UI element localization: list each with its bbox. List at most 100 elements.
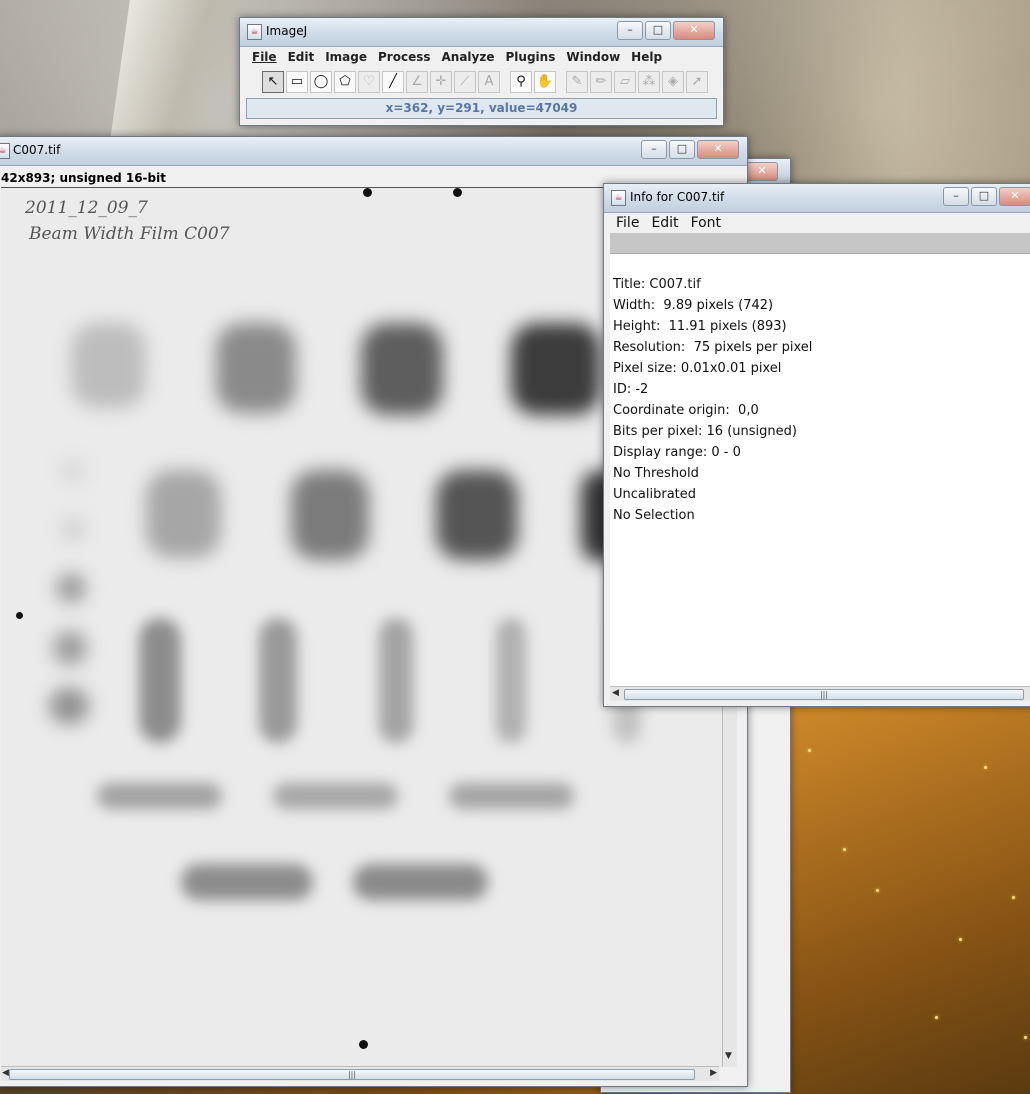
beam-line: [353, 864, 488, 900]
pencil-icon[interactable]: ✏: [590, 71, 612, 93]
imagej-app-icon: ☕: [247, 24, 262, 40]
beam-spot: [61, 518, 85, 540]
image-window-title: C007.tif: [13, 143, 61, 157]
imagej-main-window[interactable]: ☕ ImageJ – □ ✕ File Edit Image Process Analy…: [239, 17, 724, 126]
scroll-left-arrow-icon[interactable]: ◀: [612, 688, 619, 698]
arrow-icon[interactable]: ➚: [686, 71, 708, 93]
imagej-maximize-button[interactable]: □: [645, 21, 671, 40]
eraser-icon[interactable]: ▱: [614, 71, 636, 93]
info-line: Resolution: 75 pixels per pixel: [613, 340, 813, 355]
scroll-left-arrow-icon[interactable]: ◀: [2, 1068, 9, 1078]
menu-image[interactable]: Image: [319, 47, 372, 67]
film-annotation-date: 2011_12_09_7: [25, 198, 148, 218]
beam-spot: [511, 323, 601, 415]
info-line: No Threshold: [613, 466, 699, 481]
beam-spot: [53, 631, 87, 665]
info-minimize-button[interactable]: –: [943, 187, 969, 206]
beam-line: [139, 618, 181, 743]
info-menubar: File Edit Font: [610, 213, 1030, 233]
menu-edit[interactable]: Edit: [282, 47, 320, 67]
beam-line: [496, 618, 526, 743]
pointer-arrow-icon[interactable]: ↖: [262, 71, 284, 93]
menu-plugins[interactable]: Plugins: [500, 47, 561, 67]
info-horizontal-scrollbar[interactable]: ◀ |||: [610, 686, 1030, 701]
wand-icon[interactable]: ⟋: [454, 71, 476, 93]
info-line: Display range: 0 - 0: [613, 445, 741, 460]
wallpaper-light: [1012, 896, 1015, 899]
wallpaper-panel: [790, 700, 1030, 1094]
horizontal-scroll-thumb[interactable]: |||: [9, 1069, 695, 1080]
beam-spot: [56, 573, 86, 603]
flood-fill-icon[interactable]: ◈: [662, 71, 684, 93]
info-menu-font[interactable]: Font: [685, 213, 727, 233]
image-horizontal-scrollbar[interactable]: ◀ ||| ▶: [1, 1066, 719, 1081]
imagej-titlebar[interactable]: ☕ ImageJ – □ ✕: [240, 18, 723, 47]
hand-icon[interactable]: ✋: [534, 71, 556, 93]
info-menu-file[interactable]: File: [610, 213, 645, 233]
info-scroll-thumb[interactable]: |||: [624, 689, 1024, 700]
info-maximize-button[interactable]: □: [971, 187, 997, 206]
beam-spot: [49, 688, 89, 724]
point-icon[interactable]: ✛: [430, 71, 452, 93]
wallpaper-light: [935, 1016, 938, 1019]
image-window-maximize-button[interactable]: □: [669, 140, 695, 159]
info-line: Uncalibrated: [613, 487, 697, 502]
freehand-icon[interactable]: ♡: [358, 71, 380, 93]
image-window-minimize-button[interactable]: –: [641, 140, 667, 159]
info-line: Width: 9.89 pixels (742): [613, 298, 774, 313]
info-line: ID: -2: [613, 382, 649, 397]
wallpaper-light: [843, 848, 846, 851]
film-annotation-label: Beam Width Film C007: [29, 224, 230, 244]
line-icon[interactable]: ╱: [382, 71, 404, 93]
info-window-titlebar[interactable]: ☕ Info for C007.tif – □ ✕: [604, 184, 1030, 213]
beam-spot: [61, 460, 85, 482]
info-window[interactable]: ☕ Info for C007.tif – □ ✕ File Edit Font T…: [603, 183, 1030, 707]
menu-process[interactable]: Process: [372, 47, 436, 67]
wallpaper-light: [984, 766, 987, 769]
magnifier-icon[interactable]: ⚲: [510, 71, 532, 93]
info-text-area[interactable]: Title: C007.tif Width: 9.89 pixels (742)…: [610, 254, 1030, 686]
menu-window[interactable]: Window: [560, 47, 625, 67]
wallpaper-light: [876, 889, 879, 892]
image-window-close-button[interactable]: ✕: [697, 140, 739, 159]
wallpaper-light: [1024, 1036, 1027, 1039]
info-line: Title: C007.tif: [613, 277, 701, 292]
beam-spot: [216, 323, 296, 413]
background-window-close-button[interactable]: ✕: [746, 162, 778, 181]
menu-analyze[interactable]: Analyze: [436, 47, 500, 67]
menu-help[interactable]: Help: [625, 47, 667, 67]
beam-line: [273, 783, 398, 809]
menu-file[interactable]: File: [246, 47, 282, 67]
info-line: Pixel size: 0.01x0.01 pixel: [613, 361, 782, 376]
beam-line: [181, 864, 313, 900]
rectangle-icon[interactable]: ▭: [286, 71, 308, 93]
registration-mark: [16, 612, 23, 619]
info-header-strip: [610, 233, 1030, 254]
polygon-icon[interactable]: ⬠: [334, 71, 356, 93]
brush-icon[interactable]: ✎: [566, 71, 588, 93]
wallpaper-highlight: [110, 0, 240, 140]
beam-spot: [291, 470, 369, 560]
info-close-button[interactable]: ✕: [999, 187, 1030, 206]
scroll-down-arrow-icon[interactable]: ▼: [725, 1051, 732, 1061]
wallpaper-light: [959, 938, 962, 941]
text-icon[interactable]: A: [478, 71, 500, 93]
oval-icon[interactable]: ◯: [310, 71, 332, 93]
imagej-status-bar: x=362, y=291, value=47049: [246, 98, 717, 119]
registration-mark: [363, 188, 372, 197]
beam-line: [449, 783, 574, 809]
info-menu-edit[interactable]: Edit: [645, 213, 684, 233]
scroll-right-arrow-icon[interactable]: ▶: [710, 1068, 717, 1078]
angle-icon[interactable]: ∠: [406, 71, 428, 93]
imagej-toolbar: ↖ ▭ ◯ ⬠ ♡ ╱ ∠ ✛ ⟋ A ⚲ ✋ ✎ ✏ ▱ ⁂ ◈ ➚: [248, 69, 717, 97]
info-line: Coordinate origin: 0,0: [613, 403, 759, 418]
imagej-window-title: ImageJ: [266, 24, 308, 38]
imagej-close-button[interactable]: ✕: [673, 21, 715, 40]
wallpaper-light: [808, 749, 811, 752]
spray-icon[interactable]: ⁂: [638, 71, 660, 93]
info-line: Bits per pixel: 16 (unsigned): [613, 424, 797, 439]
registration-mark: [359, 1040, 368, 1049]
image-window-titlebar[interactable]: ☕ C007.tif – □ ✕: [0, 137, 747, 166]
info-line: No Selection: [613, 508, 695, 523]
imagej-minimize-button[interactable]: –: [617, 21, 643, 40]
